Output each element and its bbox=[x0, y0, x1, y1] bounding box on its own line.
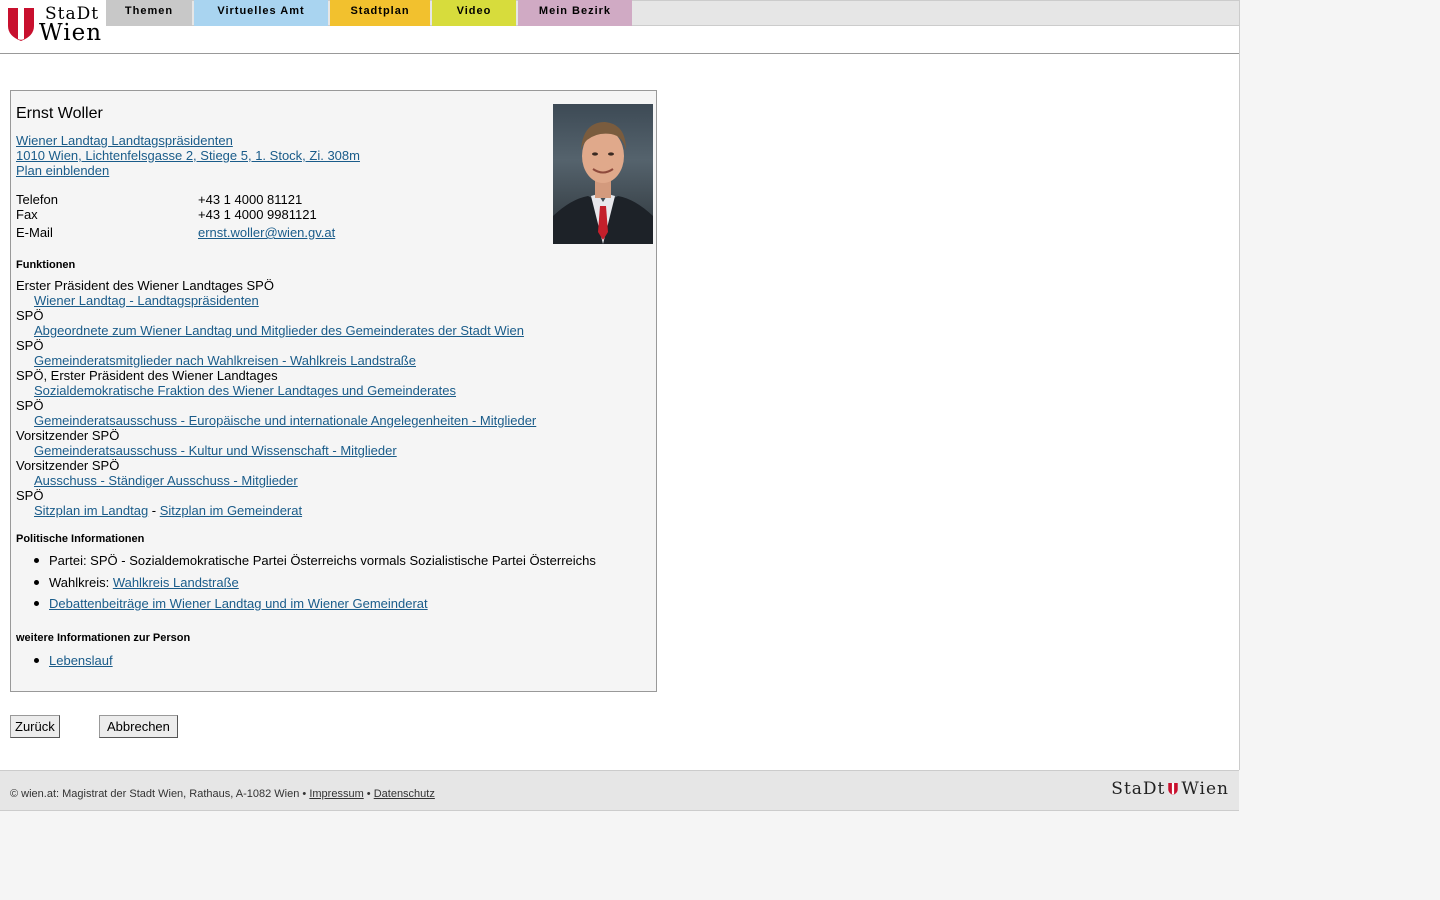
function-link[interactable]: Abgeordnete zum Wiener Landtag und Mitgl… bbox=[16, 323, 536, 338]
function-role: Vorsitzender SPÖ bbox=[16, 428, 120, 443]
debate-contributions-link[interactable]: Debattenbeiträge im Wiener Landtag und i… bbox=[49, 596, 428, 611]
list-item: Lebenslauf bbox=[16, 653, 113, 675]
seat-plan-links: Sitzplan im Landtag - Sitzplan im Gemein… bbox=[16, 503, 536, 518]
seat-plan-landtag-link[interactable]: Sitzplan im Landtag bbox=[34, 503, 148, 518]
cv-link[interactable]: Lebenslauf bbox=[49, 653, 113, 668]
site-header: StaDt Wien Themen Virtuelles Amt Stadtplan… bbox=[0, 0, 1239, 54]
function-link[interactable]: Gemeinderatsmitglieder nach Wahlkreisen … bbox=[16, 353, 536, 368]
wien-shield-icon bbox=[1168, 783, 1179, 795]
seat-plan-separator: - bbox=[148, 503, 160, 518]
function-link[interactable]: Gemeinderatsausschuss - Europäische und … bbox=[16, 413, 536, 428]
phone-row: Telefon +43 1 4000 81121 bbox=[16, 192, 335, 207]
fax-label: Fax bbox=[16, 207, 38, 222]
nav-tab-video[interactable]: Video bbox=[432, 0, 516, 26]
function-link[interactable]: Gemeinderatsausschuss - Kultur und Wisse… bbox=[16, 443, 536, 458]
page-background: StaDt Wien Themen Virtuelles Amt Stadtplan… bbox=[0, 0, 1240, 770]
footer-logo-wien: Wien bbox=[1181, 779, 1229, 799]
back-button[interactable]: Zurück bbox=[10, 715, 60, 738]
function-link[interactable]: Ausschuss - Ständiger Ausschuss - Mitgli… bbox=[16, 473, 536, 488]
list-item: Debattenbeiträge im Wiener Landtag und i… bbox=[16, 596, 596, 618]
more-info-heading: weitere Informationen zur Person bbox=[16, 632, 191, 644]
function-role: Vorsitzender SPÖ bbox=[16, 458, 120, 473]
cancel-button[interactable]: Abbrechen bbox=[99, 715, 178, 738]
person-portrait-image bbox=[553, 122, 653, 244]
nav-tab-stadtplan[interactable]: Stadtplan bbox=[330, 0, 430, 26]
organisation-links: Wiener Landtag Landtagspräsidenten 1010 … bbox=[16, 133, 360, 178]
logo-wien-text: Wien bbox=[39, 20, 103, 46]
wien-shield-icon bbox=[8, 8, 34, 41]
footer-text: © wien.at: Magistrat der Stadt Wien, Rat… bbox=[10, 788, 435, 800]
footer-logo[interactable]: StaDt Wien bbox=[1111, 779, 1229, 799]
functions-list: Erster Präsident des Wiener Landtages SP… bbox=[16, 278, 536, 518]
function-role: Erster Präsident des Wiener Landtages SP… bbox=[16, 278, 274, 293]
footer-copyright: © wien.at: Magistrat der Stadt Wien, Rat… bbox=[10, 788, 310, 800]
phone-value: +43 1 4000 81121 bbox=[198, 192, 303, 207]
fax-value: +43 1 4000 9981121 bbox=[198, 207, 317, 222]
site-footer: © wien.at: Magistrat der Stadt Wien, Rat… bbox=[0, 770, 1239, 811]
footer-logo-stadt: StaDt bbox=[1111, 779, 1166, 799]
function-link[interactable]: Wiener Landtag - Landtagspräsidenten bbox=[16, 293, 536, 308]
function-role: SPÖ bbox=[16, 308, 44, 323]
more-info-list: Lebenslauf bbox=[16, 653, 113, 675]
impressum-link[interactable]: Impressum bbox=[309, 788, 363, 800]
address-link[interactable]: 1010 Wien, Lichtenfelsgasse 2, Stiege 5,… bbox=[16, 148, 360, 163]
show-map-link[interactable]: Plan einblenden bbox=[16, 163, 360, 178]
email-link[interactable]: ernst.woller@wien.gv.at bbox=[198, 225, 335, 240]
party-text: Partei: SPÖ - Sozialdemokratische Partei… bbox=[49, 553, 596, 568]
nav-tab-virtuelles-amt[interactable]: Virtuelles Amt bbox=[194, 0, 328, 26]
political-info-heading: Politische Informationen bbox=[16, 533, 145, 545]
list-item: Wahlkreis: Wahlkreis Landstraße bbox=[16, 575, 596, 597]
contact-info: Telefon +43 1 4000 81121 Fax +43 1 4000 … bbox=[16, 192, 335, 240]
org-link[interactable]: Wiener Landtag Landtagspräsidenten bbox=[16, 133, 360, 148]
footer-separator: • bbox=[363, 788, 374, 800]
function-role: SPÖ, Erster Präsident des Wiener Landtag… bbox=[16, 368, 278, 383]
nav-tab-mein-bezirk[interactable]: Mein Bezirk bbox=[518, 0, 632, 26]
email-row: E-Mail ernst.woller@wien.gv.at bbox=[16, 225, 335, 240]
person-photo bbox=[553, 104, 653, 244]
political-info-list: Partei: SPÖ - Sozialdemokratische Partei… bbox=[16, 553, 596, 618]
nav-tab-themen[interactable]: Themen bbox=[106, 0, 192, 26]
function-role: SPÖ bbox=[16, 338, 44, 353]
fax-row: Fax +43 1 4000 9981121 bbox=[16, 207, 335, 222]
seat-plan-gemeinderat-link[interactable]: Sitzplan im Gemeinderat bbox=[160, 503, 302, 518]
functions-heading: Funktionen bbox=[16, 259, 76, 271]
wahlkreis-link[interactable]: Wahlkreis Landstraße bbox=[113, 575, 239, 590]
list-item: Partei: SPÖ - Sozialdemokratische Partei… bbox=[16, 553, 596, 575]
function-role: SPÖ bbox=[16, 488, 44, 503]
main-navigation: Themen Virtuelles Amt Stadtplan Video Mein B… bbox=[106, 0, 634, 26]
person-name: Ernst Woller bbox=[16, 105, 103, 122]
phone-label: Telefon bbox=[16, 192, 58, 207]
function-role: SPÖ bbox=[16, 398, 44, 413]
email-label: E-Mail bbox=[16, 225, 53, 240]
function-link[interactable]: Sozialdemokratische Fraktion des Wiener … bbox=[16, 383, 536, 398]
wahlkreis-label: Wahlkreis: bbox=[49, 574, 113, 590]
person-details-box: Ernst Woller Wiener Landtag Landtagspräs… bbox=[10, 90, 657, 692]
stadt-wien-logo[interactable]: StaDt Wien bbox=[6, 4, 102, 46]
privacy-link[interactable]: Datenschutz bbox=[374, 788, 435, 800]
